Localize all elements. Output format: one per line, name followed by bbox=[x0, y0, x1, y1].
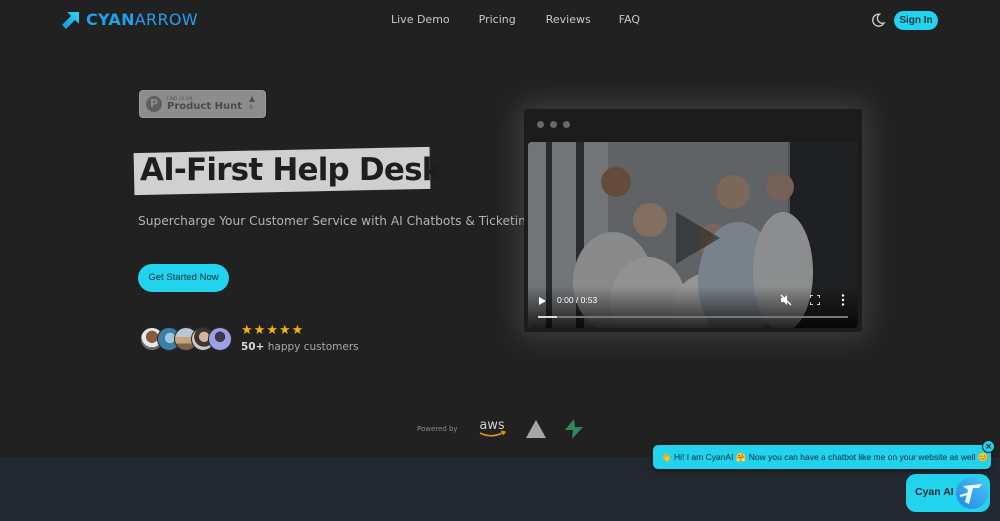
volume-muted-icon[interactable] bbox=[780, 294, 792, 306]
moon-icon[interactable] bbox=[870, 12, 886, 28]
brand-name-bold: CYAN bbox=[86, 10, 135, 29]
vercel-logo-icon bbox=[526, 420, 546, 438]
brand-logo[interactable]: CYANARROW bbox=[62, 10, 198, 29]
nav-live-demo[interactable]: Live Demo bbox=[391, 13, 450, 26]
close-icon[interactable]: × bbox=[982, 440, 995, 453]
video-progress-fill bbox=[538, 316, 557, 318]
star-icon: ★ bbox=[253, 323, 266, 338]
video-controls: 0:00 / 0:53 bbox=[528, 286, 858, 328]
hero-subtitle: Supercharge Your Customer Service with A… bbox=[138, 214, 534, 228]
star-icon: ★ bbox=[278, 323, 291, 338]
nav-reviews[interactable]: Reviews bbox=[546, 13, 591, 26]
star-icon: ★ bbox=[241, 323, 253, 338]
more-options-icon[interactable] bbox=[841, 294, 845, 306]
cyan-ai-logo-icon bbox=[956, 477, 988, 509]
window-dot bbox=[563, 121, 570, 128]
brand-name-light: ARROW bbox=[134, 10, 198, 29]
hero-title: AI-First Help Desk bbox=[140, 152, 442, 188]
demo-video-window: 0:00 / 0:53 bbox=[524, 109, 862, 332]
product-hunt-icon: P bbox=[146, 96, 162, 112]
chat-launcher-button[interactable]: Cyan AI bbox=[906, 474, 990, 512]
site-header: CYANARROW Live Demo Pricing Reviews FAQ … bbox=[0, 0, 1000, 40]
star-icon: ★ bbox=[266, 323, 278, 338]
powered-by-label: Powered by bbox=[417, 425, 458, 433]
chat-greeting-bubble[interactable]: 👋 Hi! I am CyanAI 🤗 Now you can have a c… bbox=[653, 445, 991, 469]
get-started-button[interactable]: Get Started Now bbox=[138, 264, 229, 292]
supabase-logo-icon bbox=[565, 419, 583, 439]
play-overlay-icon[interactable] bbox=[676, 212, 720, 264]
customers-text: happy customers bbox=[264, 341, 359, 353]
sign-in-button[interactable]: Sign In bbox=[894, 11, 938, 30]
rating-stars: ★ ★ ★ ★ ★ bbox=[241, 324, 304, 338]
upvote-count: 9 bbox=[249, 104, 253, 111]
customer-avatars bbox=[140, 327, 232, 351]
fullscreen-icon[interactable] bbox=[810, 295, 820, 305]
window-dot bbox=[537, 121, 544, 128]
main-nav: Live Demo Pricing Reviews FAQ bbox=[391, 13, 669, 26]
upvote-icon bbox=[249, 96, 255, 102]
avatar bbox=[208, 327, 232, 351]
nav-pricing[interactable]: Pricing bbox=[479, 13, 516, 26]
brand-name: CYANARROW bbox=[86, 10, 198, 29]
demo-video[interactable]: 0:00 / 0:53 bbox=[528, 142, 858, 328]
window-dot bbox=[550, 121, 557, 128]
nav-faq[interactable]: FAQ bbox=[619, 13, 640, 26]
play-icon[interactable] bbox=[539, 297, 546, 305]
chat-launcher-label: Cyan AI bbox=[915, 486, 954, 498]
happy-customers: 50+ happy customers bbox=[241, 341, 359, 353]
video-time: 0:00 / 0:53 bbox=[557, 295, 598, 305]
star-icon: ★ bbox=[291, 323, 304, 338]
window-dots bbox=[537, 121, 576, 128]
customers-count: 50+ bbox=[241, 341, 265, 353]
video-progress-bar[interactable] bbox=[538, 316, 848, 318]
arrow-up-right-icon bbox=[62, 11, 79, 29]
product-hunt-badge[interactable]: P FIND US ON Product Hunt 9 bbox=[139, 90, 266, 118]
aws-logo-icon: aws bbox=[479, 418, 507, 437]
product-hunt-name: Product Hunt bbox=[167, 101, 242, 112]
